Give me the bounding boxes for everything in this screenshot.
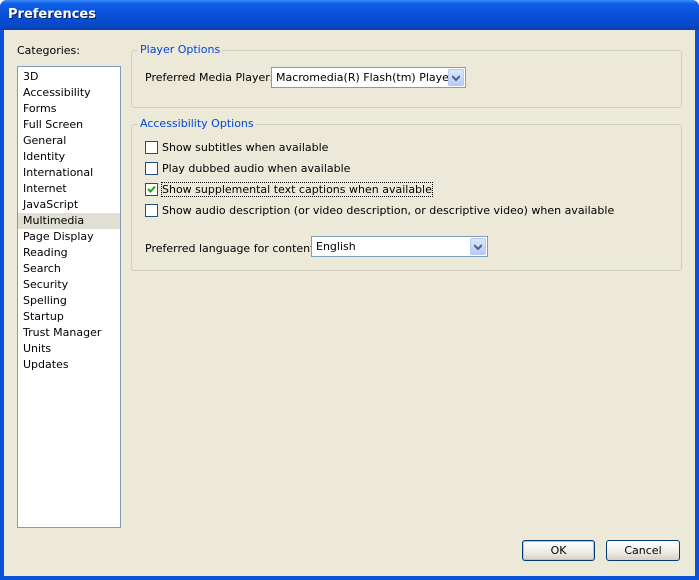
preferences-window: Preferences Categories: 3D Accessibility F… <box>0 0 699 580</box>
category-item-accessibility[interactable]: Accessibility <box>18 85 120 101</box>
title-bar[interactable]: Preferences <box>0 0 699 30</box>
category-item-internet[interactable]: Internet <box>18 181 120 197</box>
checkbox[interactable] <box>145 183 158 196</box>
cancel-button[interactable]: Cancel <box>606 540 680 561</box>
category-item-startup[interactable]: Startup <box>18 309 120 325</box>
chevron-down-icon[interactable] <box>448 69 464 86</box>
player-options-title: Player Options <box>138 43 223 56</box>
media-player-value: Macromedia(R) Flash(tm) Player <box>276 71 454 84</box>
media-player-select[interactable]: Macromedia(R) Flash(tm) Player <box>271 67 466 88</box>
checkbox-label: Show subtitles when available <box>162 141 329 154</box>
accessibility-options-group: Accessibility Options Show subtitles whe… <box>131 117 682 271</box>
category-item-3d[interactable]: 3D <box>18 69 120 85</box>
category-item-page-display[interactable]: Page Display <box>18 229 120 245</box>
checkbox-label: Play dubbed audio when available <box>162 162 351 175</box>
category-item-updates[interactable]: Updates <box>18 357 120 373</box>
category-item-spelling[interactable]: Spelling <box>18 293 120 309</box>
checkbox-label: Show audio description (or video descrip… <box>162 204 615 217</box>
language-value: English <box>316 240 356 253</box>
categories-label: Categories: <box>17 44 80 57</box>
category-item-trust-manager[interactable]: Trust Manager <box>18 325 120 341</box>
category-item-search[interactable]: Search <box>18 261 120 277</box>
accessibility-options-title: Accessibility Options <box>138 117 256 130</box>
checkbox[interactable] <box>145 204 158 217</box>
category-item-javascript[interactable]: JavaScript <box>18 197 120 213</box>
media-player-label: Preferred Media Player: <box>145 71 274 84</box>
category-item-identity[interactable]: Identity <box>18 149 120 165</box>
player-options-group: Player Options Preferred Media Player: M… <box>131 43 682 108</box>
checkbox-label: Show supplemental text captions when ava… <box>161 182 433 197</box>
category-item-forms[interactable]: Forms <box>18 101 120 117</box>
category-item-international[interactable]: International <box>18 165 120 181</box>
category-item-multimedia[interactable]: Multimedia <box>18 213 120 229</box>
dialog-body: Categories: 3D Accessibility Forms Full Scr… <box>4 30 695 576</box>
checkmark-icon <box>147 185 156 193</box>
checkbox[interactable] <box>145 162 158 175</box>
category-item-general[interactable]: General <box>18 133 120 149</box>
window-title: Preferences <box>8 7 96 22</box>
category-item-reading[interactable]: Reading <box>18 245 120 261</box>
language-select[interactable]: English <box>311 236 488 257</box>
categories-list[interactable]: 3D Accessibility Forms Full Screen General Id… <box>17 66 121 528</box>
chevron-down-icon[interactable] <box>470 238 486 255</box>
category-item-full-screen[interactable]: Full Screen <box>18 117 120 133</box>
ok-button[interactable]: OK <box>522 540 595 561</box>
category-item-units[interactable]: Units <box>18 341 120 357</box>
checkbox[interactable] <box>145 141 158 154</box>
category-item-security[interactable]: Security <box>18 277 120 293</box>
language-label: Preferred language for content: <box>145 242 319 255</box>
